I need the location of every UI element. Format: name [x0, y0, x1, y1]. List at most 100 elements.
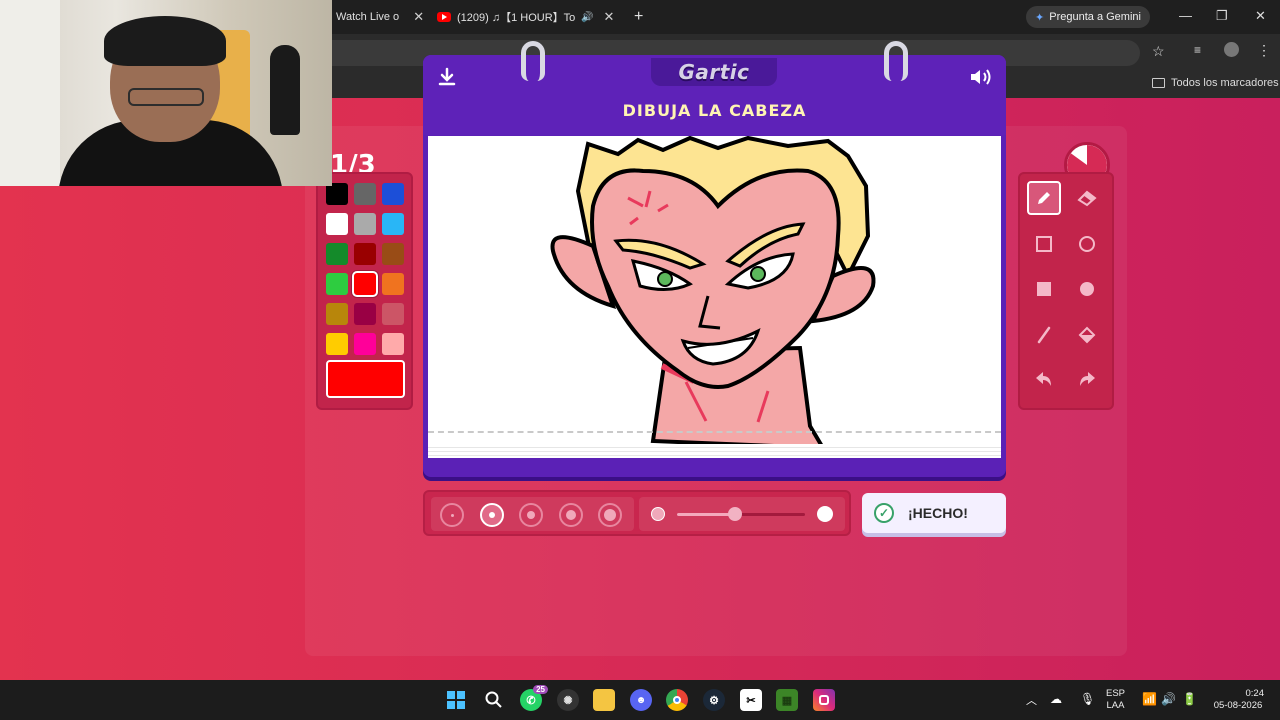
check-icon: ✓	[874, 503, 894, 523]
webcam-overlay	[0, 0, 332, 186]
redo-icon[interactable]	[1070, 363, 1104, 397]
windows-start-icon[interactable]	[445, 689, 467, 711]
canvas-page-edge	[428, 444, 1001, 458]
tray-chevron-icon[interactable]: ︿	[1026, 692, 1037, 708]
search-icon[interactable]	[483, 689, 505, 711]
volume-icon[interactable]	[965, 61, 997, 93]
drawing	[550, 135, 876, 451]
gemini-label: Pregunta a Gemini	[1049, 11, 1141, 23]
card-header: Gartic DIBUJA LA CABEZA	[423, 41, 1006, 135]
color-swatch[interactable]	[326, 333, 348, 355]
gartic-logo: Gartic	[678, 60, 750, 84]
brush-size-option[interactable]	[519, 503, 543, 527]
whatsapp-badge: 25	[533, 685, 548, 694]
color-swatch[interactable]	[382, 213, 404, 235]
color-swatch[interactable]	[354, 303, 376, 325]
whatsapp-icon[interactable]: ✆ 25	[520, 685, 548, 711]
brush-size-dot	[450, 513, 454, 517]
minimize-icon[interactable]: —	[1179, 8, 1192, 23]
ellipse-outline-icon[interactable]	[1070, 227, 1104, 261]
restore-icon[interactable]: ❐	[1216, 8, 1228, 24]
new-tab-button[interactable]: +	[634, 6, 643, 28]
canvas-guide-line	[428, 431, 1001, 433]
done-label: ¡HECHO!	[908, 505, 968, 521]
close-window-icon[interactable]: ✕	[1255, 8, 1266, 24]
color-swatch[interactable]	[382, 303, 404, 325]
discord-icon[interactable]: ☻	[630, 689, 652, 711]
windows-taskbar: ✆ 25 ✺ ☻ ⚙ ✂ ▦ ︿ ☁ 🎙 ESP LAA 📶 🔊 🔋 0:24 …	[0, 680, 1280, 720]
menu-icon[interactable]: ⋮	[1257, 42, 1271, 59]
webcam-figure	[270, 45, 300, 135]
opacity-slider-handle[interactable]	[727, 507, 742, 521]
bookmarks-folder-label: Todos los marcadores	[1171, 77, 1279, 89]
minecraft-icon[interactable]: ▦	[776, 689, 798, 711]
brush-size-option[interactable]	[558, 503, 583, 527]
tab-youtube[interactable]: (1209) ♫【1 HOUR】Top NoC 🔊 ✕	[437, 6, 617, 28]
color-swatch[interactable]	[354, 183, 376, 205]
wifi-icon[interactable]: 📶	[1142, 692, 1157, 706]
speaker-icon: 🔊	[581, 11, 594, 23]
chatgpt-icon[interactable]: ✺	[557, 689, 579, 711]
chrome-icon[interactable]	[666, 689, 688, 711]
gemini-button[interactable]: ✦ Pregunta a Gemini	[1026, 6, 1150, 28]
done-button[interactable]: ✓ ¡HECHO!	[862, 493, 1006, 533]
color-swatch[interactable]	[382, 273, 404, 295]
opacity-slider-fill	[677, 513, 735, 516]
battery-icon[interactable]: 🔋	[1182, 692, 1197, 706]
ellipse-filled-icon[interactable]	[1070, 272, 1104, 306]
drawing-card: Gartic DIBUJA LA CABEZA	[423, 41, 1006, 477]
pencil-icon[interactable]	[1027, 181, 1061, 215]
bookmarks-folder[interactable]: Todos los marcadores	[1152, 77, 1279, 89]
color-palette	[316, 172, 413, 410]
profile-avatar[interactable]	[1224, 42, 1239, 57]
color-swatch[interactable]	[354, 213, 376, 235]
binder-ring	[884, 41, 908, 81]
language-indicator[interactable]: ESP LAA	[1106, 688, 1125, 712]
file-explorer-icon[interactable]	[593, 689, 615, 711]
webcam-person-hair	[104, 16, 226, 66]
close-tab-icon[interactable]: ✕	[603, 9, 614, 25]
color-swatch[interactable]	[382, 183, 404, 205]
brush-size-selector	[431, 497, 634, 531]
steam-icon[interactable]: ⚙	[703, 689, 725, 711]
microphone-icon[interactable]: 🎙	[1080, 692, 1095, 706]
capcut-icon[interactable]: ✂	[740, 689, 762, 711]
brush-size-option[interactable]	[440, 503, 464, 527]
color-swatch[interactable]	[354, 333, 376, 355]
opacity-max-icon	[817, 506, 833, 522]
media-icon[interactable]: ≡	[1194, 43, 1201, 57]
brush-size-dot	[527, 511, 535, 519]
brush-size-option[interactable]	[598, 503, 622, 527]
youtube-icon	[437, 12, 451, 22]
volume-tray-icon[interactable]: 🔊	[1161, 692, 1176, 706]
color-swatch[interactable]	[326, 243, 348, 265]
tab-watch-live[interactable]: Watch Live o ✕	[336, 6, 428, 28]
color-swatch[interactable]	[326, 213, 348, 235]
opacity-slider[interactable]	[677, 507, 805, 521]
close-tab-icon[interactable]: ✕	[413, 9, 424, 25]
rectangle-filled-icon[interactable]	[1027, 272, 1061, 306]
color-swatch[interactable]	[326, 273, 348, 295]
clock[interactable]: 0:24 05-08-2026	[1206, 688, 1270, 712]
line-icon[interactable]	[1027, 318, 1061, 352]
download-icon[interactable]	[431, 61, 463, 93]
color-swatch[interactable]	[326, 183, 348, 205]
rectangle-outline-icon[interactable]	[1027, 227, 1061, 261]
instagram-icon[interactable]	[813, 689, 835, 711]
brush-size-option[interactable]	[479, 503, 504, 527]
color-swatch[interactable]	[382, 333, 404, 355]
color-swatch[interactable]	[352, 271, 378, 297]
drawing-canvas[interactable]	[428, 135, 1001, 458]
star-icon[interactable]: ☆	[1152, 43, 1165, 60]
undo-icon[interactable]	[1027, 363, 1061, 397]
tab-title: (1209) ♫【1 HOUR】Top NoC	[457, 12, 575, 24]
color-swatch[interactable]	[382, 243, 404, 265]
color-swatch[interactable]	[326, 303, 348, 325]
eraser-icon[interactable]	[1070, 181, 1104, 215]
clock-date: 05-08-2026	[1213, 700, 1263, 711]
tool-panel	[1018, 172, 1114, 410]
cloud-icon[interactable]: ☁	[1050, 692, 1062, 706]
folder-icon	[1152, 78, 1165, 88]
color-swatch[interactable]	[354, 243, 376, 265]
fill-bucket-icon[interactable]	[1070, 318, 1104, 352]
